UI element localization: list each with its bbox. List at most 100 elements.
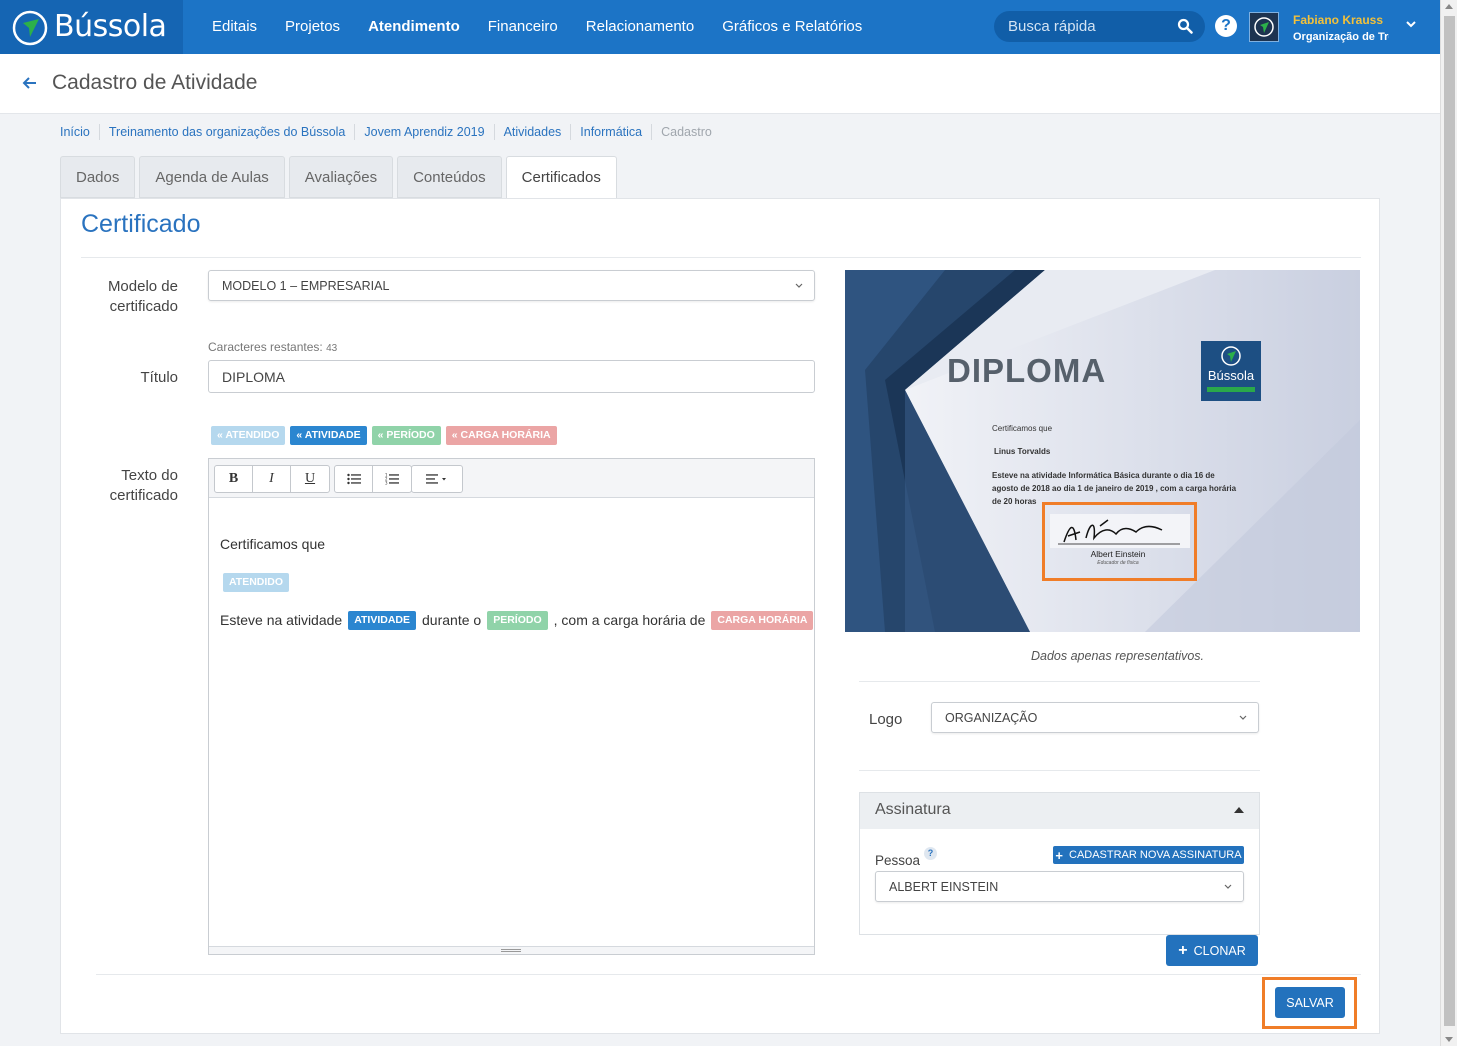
tag-carga-horaria[interactable]: CARGA HORÁRIA <box>711 610 814 630</box>
numbered-list-button[interactable]: 123 <box>373 466 411 492</box>
list-group: 123 <box>334 465 412 493</box>
divider <box>81 257 1361 258</box>
tab-avaliacoes[interactable]: Avaliações <box>288 156 394 198</box>
variable-tags: « ATENDIDO « ATIVIDADE « PERÍODO « CARGA… <box>211 426 557 445</box>
tag-periodo[interactable]: PERÍODO <box>487 610 548 630</box>
tag-atendido-button[interactable]: « ATENDIDO <box>211 426 286 445</box>
back-arrow-icon[interactable] <box>22 75 38 91</box>
certificate-card: Certificado Modelo de certificado MODELO… <box>60 198 1380 1034</box>
breadcrumb-cadastro: Cadastro <box>661 125 712 139</box>
preview-note: Dados apenas representativos. <box>1031 649 1205 663</box>
brand-name: Bússola <box>54 9 167 44</box>
align-left-icon <box>426 474 446 484</box>
search-input[interactable] <box>1008 16 1168 36</box>
align-dropdown-button[interactable] <box>412 466 462 492</box>
editor-line: Esteve na atividade ATIVIDADE durante o … <box>220 601 814 639</box>
editor-content[interactable]: Certificamos que ATENDIDO Esteve na ativ… <box>220 525 814 639</box>
nav-graficos-relatorios[interactable]: Gráficos e Relatórios <box>708 0 876 54</box>
diploma-person: Linus Torvalds <box>994 447 1051 456</box>
tab-conteudos[interactable]: Conteúdos <box>397 156 502 198</box>
top-navbar: Bússola Editais Projetos Atendimento Fin… <box>0 0 1440 54</box>
rich-text-editor[interactable]: B I U 123 Certificamos que ATENDIDO Este… <box>208 458 815 955</box>
chevron-down-icon <box>1239 715 1247 720</box>
clone-label: CLONAR <box>1193 943 1246 958</box>
svg-text:3: 3 <box>385 481 388 486</box>
person-label: Pessoa <box>875 853 921 868</box>
quick-search <box>994 11 1205 42</box>
tab-dados[interactable]: Dados <box>60 156 136 198</box>
new-signature-button[interactable]: + CADASTRAR NOVA ASSINATURA <box>1053 846 1244 864</box>
compass-logo-icon <box>12 10 48 46</box>
chevron-down-icon <box>1224 884 1232 889</box>
editor-text: durante o <box>422 612 482 628</box>
help-icon[interactable]: ? <box>1215 15 1237 37</box>
diploma-logo-text: Bússola <box>1207 368 1255 383</box>
signature-highlight <box>1042 502 1197 581</box>
diploma-logo: Bússola <box>1201 341 1261 401</box>
logo-select[interactable]: ORGANIZAÇÃO <box>931 702 1259 733</box>
bullet-list-button[interactable] <box>335 466 373 492</box>
align-group <box>411 465 463 493</box>
tab-certificados[interactable]: Certificados <box>505 156 617 199</box>
italic-button[interactable]: I <box>253 466 291 492</box>
nav-relacionamento[interactable]: Relacionamento <box>572 0 708 54</box>
tag-atendido[interactable]: ATENDIDO <box>223 572 290 592</box>
clone-button[interactable]: + CLONAR <box>1166 935 1258 966</box>
tag-periodo-button[interactable]: « PERÍODO <box>371 426 441 445</box>
bullet-list-icon <box>346 473 361 485</box>
model-select[interactable]: MODELO 1 – EMPRESARIAL <box>208 270 815 301</box>
nav-projetos[interactable]: Projetos <box>271 0 354 54</box>
breadcrumb-informatica[interactable]: Informática <box>571 124 653 140</box>
text-label-line2: certificado <box>109 487 178 504</box>
collapse-caret-icon[interactable] <box>1234 807 1244 813</box>
text-label-line1: Texto do <box>121 467 178 484</box>
main-nav: Editais Projetos Atendimento Financeiro … <box>198 0 876 54</box>
remaining-chars-count: 43 <box>326 343 338 354</box>
breadcrumb-treinamento[interactable]: Treinamento das organizações do Bússola <box>100 124 356 140</box>
scroll-thumb[interactable] <box>1444 16 1455 1026</box>
diploma-title: DIPLOMA <box>947 352 1107 389</box>
underline-button[interactable]: U <box>291 466 329 492</box>
chevron-down-icon[interactable] <box>1405 18 1417 30</box>
editor-line: ATENDIDO <box>220 563 805 601</box>
editor-toolbar: B I U 123 <box>209 459 814 498</box>
scroll-down-arrow-icon[interactable] <box>1445 1037 1453 1042</box>
brand[interactable]: Bússola <box>0 0 183 54</box>
breadcrumb-atividades[interactable]: Atividades <box>495 124 572 140</box>
user-organization[interactable]: Organização de Treinamento <box>1293 31 1389 43</box>
text-label: Texto do certificado <box>81 466 178 506</box>
tab-bar: Dados Agenda de Aulas Avaliações Conteúd… <box>60 156 621 199</box>
avatar[interactable] <box>1249 12 1279 42</box>
numbered-list-icon: 123 <box>385 473 399 485</box>
person-select-value: ALBERT EINSTEIN <box>889 880 999 894</box>
editor-resize-handle[interactable] <box>209 946 814 954</box>
page-scrollbar[interactable] <box>1440 0 1457 1046</box>
signature-panel: Assinatura Pessoa ? + CADASTRAR NOVA ASS… <box>859 792 1260 935</box>
compass-logo-icon <box>1221 346 1241 366</box>
search-icon[interactable] <box>1177 18 1193 34</box>
plus-icon: + <box>1178 941 1188 959</box>
help-icon[interactable]: ? <box>924 847 937 860</box>
tag-atividade[interactable]: ATIVIDADE <box>348 610 417 630</box>
save-button[interactable]: SALVAR <box>1275 987 1345 1018</box>
user-name[interactable]: Fabiano Krauss <box>1293 13 1383 27</box>
tag-atividade-button[interactable]: « ATIVIDADE <box>290 426 367 445</box>
nav-atendimento[interactable]: Atendimento <box>354 0 474 54</box>
remaining-chars-hint: Caracteres restantes: 43 <box>208 340 337 354</box>
tab-agenda-de-aulas[interactable]: Agenda de Aulas <box>139 156 285 198</box>
divider <box>859 681 1260 682</box>
nav-editais[interactable]: Editais <box>198 0 271 54</box>
breadcrumb-inicio[interactable]: Início <box>60 124 100 140</box>
tag-carga-horaria-button[interactable]: « CARGA HORÁRIA <box>445 426 557 445</box>
breadcrumb-jovem-aprendiz[interactable]: Jovem Aprendiz 2019 <box>355 124 495 140</box>
scroll-up-arrow-icon[interactable] <box>1445 4 1453 9</box>
signature-panel-header[interactable]: Assinatura <box>860 793 1259 829</box>
breadcrumb: Início Treinamento das organizações do B… <box>60 124 721 140</box>
nav-financeiro[interactable]: Financeiro <box>474 0 572 54</box>
person-select[interactable]: ALBERT EINSTEIN <box>875 871 1244 902</box>
title-input[interactable] <box>208 360 815 393</box>
bold-button[interactable]: B <box>215 466 253 492</box>
editor-line: Certificamos que <box>220 525 805 563</box>
diploma-certify: Certificamos que <box>992 424 1053 433</box>
editor-text: , com a carga horária de <box>553 612 706 628</box>
